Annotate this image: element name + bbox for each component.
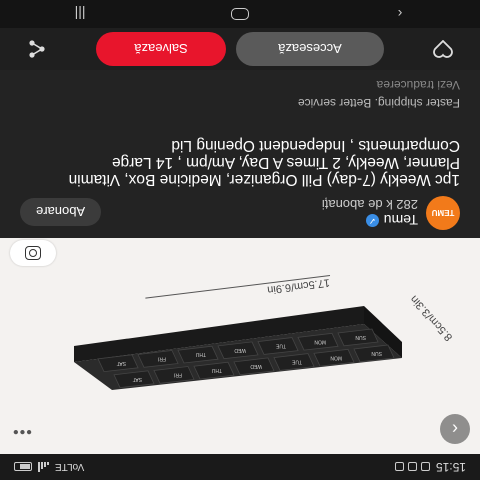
app-notification-icon — [394, 462, 404, 472]
translate-link[interactable]: Vezi traducerea — [377, 78, 460, 92]
system-nav-bar: ‹ ||| — [0, 0, 480, 28]
pill-organizer-illustration: SUN MON TUE WED THU FRI SAT SUN MON TUE WED THU FRI S… — [74, 306, 402, 390]
status-bar: 15:15 VoLTE — [0, 454, 480, 480]
day-label: MON — [314, 338, 326, 344]
message-icon — [407, 462, 417, 472]
lens-scan-icon — [25, 246, 41, 260]
day-label: SAT — [133, 376, 142, 382]
day-label: MON — [330, 354, 342, 360]
temu-logo[interactable]: TEMU — [426, 196, 460, 230]
video-title: 1pc Weekly (7-day) Pill Organizer, Medic… — [68, 137, 460, 188]
channel-name[interactable]: Temu — [384, 213, 418, 229]
channel-header[interactable]: TEMU Temu ✓ 282 k de abonați — [322, 196, 460, 230]
product-image[interactable]: ‹ ••• SUN MON TUE WED THU FRI SAT SUN MON TUE WED T… — [0, 238, 480, 454]
more-options-button[interactable]: ••• — [12, 422, 32, 440]
day-label: THU — [211, 367, 222, 373]
width-dimension: 17.5cm/6.9in — [266, 276, 331, 296]
day-label: THU — [195, 351, 206, 357]
day-label: FRI — [158, 356, 166, 362]
day-label: SAT — [117, 360, 126, 366]
day-label: WED — [234, 347, 246, 353]
chevron-left-icon: ‹ — [452, 419, 458, 440]
battery-icon — [14, 462, 32, 472]
action-bar: Accesează Salvează — [0, 28, 480, 70]
day-label: TUE — [275, 343, 286, 349]
subscriber-count: 282 k de abonați — [321, 197, 418, 213]
screen: 15:15 VoLTE ‹ ••• SUN MON TUE WED THU FRI SAT S… — [0, 0, 480, 480]
depth-dimension: 8.5cm/3.3in — [408, 292, 456, 344]
access-button[interactable]: Accesează — [236, 32, 384, 66]
back-button[interactable]: ‹ — [440, 414, 470, 444]
day-label: SUN — [355, 334, 366, 340]
verified-icon: ✓ — [365, 214, 379, 227]
signal-icon — [38, 462, 49, 472]
notification-icon — [420, 462, 430, 472]
lens-button[interactable] — [10, 240, 56, 266]
nav-back-button[interactable]: ‹ — [370, 6, 430, 22]
share-icon[interactable] — [26, 38, 48, 60]
network-label: VoLTE — [55, 461, 85, 473]
day-label: TUE — [291, 359, 302, 365]
nav-recents-button[interactable]: ||| — [50, 6, 110, 22]
subscribe-button[interactable]: Abonare — [20, 198, 102, 226]
chevron-left-icon: ‹ — [397, 6, 403, 22]
tagline: Faster shipping. Better service — [297, 96, 460, 110]
product-info: TEMU Temu ✓ 282 k de abonați Abonare 1pc… — [0, 70, 480, 238]
day-label: SUN — [371, 350, 382, 356]
nav-home-button[interactable] — [210, 8, 270, 20]
day-label: WED — [250, 363, 262, 369]
save-button[interactable]: Salvează — [96, 32, 226, 66]
more-horizontal-icon: ••• — [12, 423, 32, 440]
status-time: 15:15 — [435, 460, 466, 474]
day-label: FRI — [174, 372, 182, 378]
heart-icon[interactable] — [432, 38, 454, 60]
home-icon — [231, 8, 249, 20]
recents-icon: ||| — [74, 6, 86, 22]
